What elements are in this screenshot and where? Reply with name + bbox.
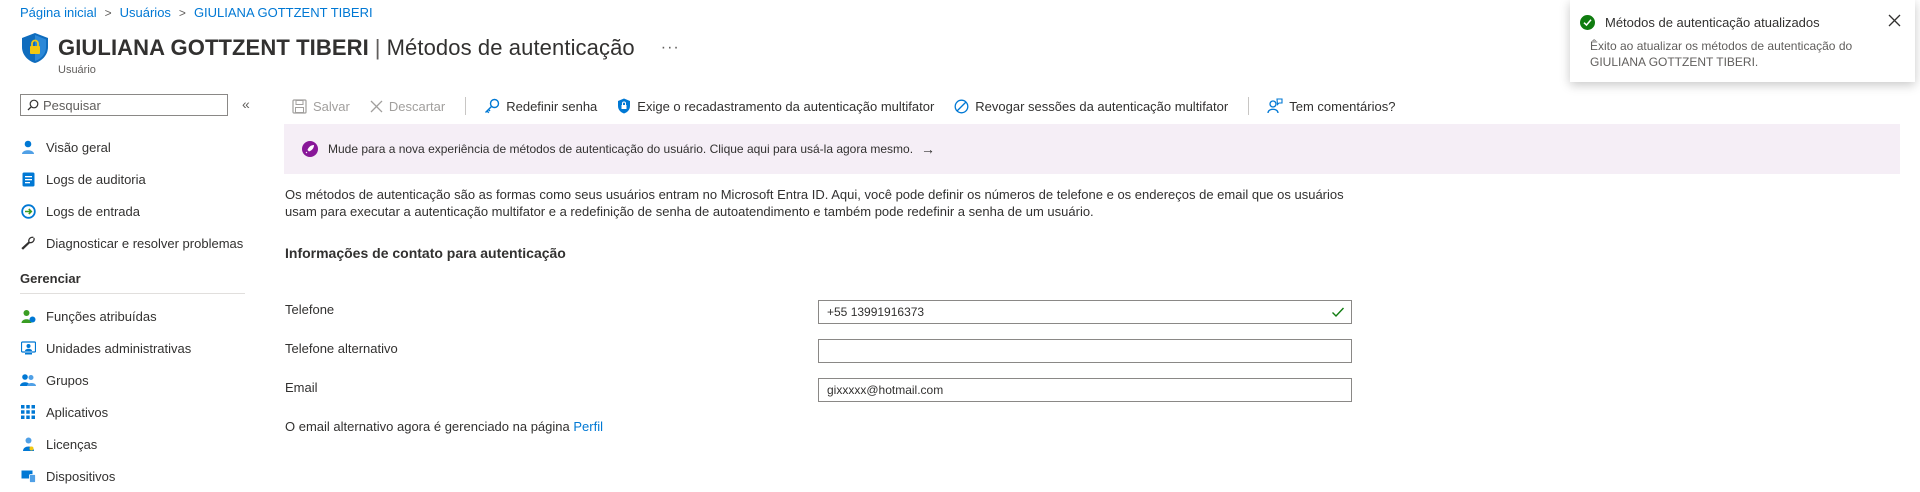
email-field[interactable] (818, 378, 1352, 402)
close-icon (370, 100, 383, 112)
breadcrumb-separator: > (178, 5, 186, 20)
email-label: Email (285, 380, 318, 395)
shield-lock-icon (618, 98, 631, 114)
save-button[interactable]: Salvar (292, 99, 350, 114)
phone-field[interactable] (818, 300, 1352, 324)
groups-icon (20, 372, 36, 388)
key-icon (485, 98, 500, 114)
require-mfa-reregister-button[interactable]: Exige o recadastramento da autenticação … (617, 98, 934, 114)
sidebar-item-admin-units[interactable]: Unidades administrativas (20, 332, 245, 364)
require-mfa-label: Exige o recadastramento da autenticação … (637, 98, 935, 114)
feedback-icon (1267, 98, 1283, 114)
breadcrumb-users[interactable]: Usuários (120, 5, 171, 20)
toolbar-divider (1248, 97, 1250, 115)
email-input[interactable] (827, 383, 1343, 397)
log-icon (20, 171, 36, 187)
sidebar-search-input[interactable] (39, 97, 223, 113)
sidebar-item-label: Logs de auditoria (46, 171, 146, 187)
user-icon (20, 139, 36, 155)
checkmark-icon (1332, 307, 1345, 318)
sidebar-item-diagnose[interactable]: Diagnosticar e resolver problemas (20, 227, 245, 259)
note-text: O email alternativo agora é gerenciado n… (285, 419, 574, 434)
search-icon (27, 99, 39, 111)
notification-header: Métodos de autenticação atualizados (1580, 15, 1901, 30)
success-notification: Métodos de autenticação atualizados Êxit… (1570, 0, 1915, 82)
notification-body: Êxito ao atualizar os métodos de autenti… (1590, 39, 1853, 69)
sidebar-item-label: Unidades administrativas (46, 340, 192, 356)
more-options-button[interactable]: ··· (661, 39, 680, 57)
sidebar-item-label: Licenças (46, 436, 98, 452)
close-notification-button[interactable] (1888, 14, 1901, 27)
sidebar-item-label: Logs de entrada (46, 203, 140, 219)
sidebar-item-overview[interactable]: Visão geral (20, 131, 245, 163)
toolbar-divider (465, 97, 467, 115)
alt-phone-field[interactable] (818, 339, 1352, 363)
save-icon (292, 98, 307, 114)
description-text: Os métodos de autenticação são as formas… (285, 187, 1344, 219)
sidebar-item-sign-in-logs[interactable]: Logs de entrada (20, 195, 245, 227)
command-bar: Salvar Descartar Redefinir senha Exige o… (292, 94, 1415, 118)
phone-input[interactable] (827, 305, 1343, 319)
sidebar-nav: Visão geral Logs de auditoria Logs de en… (20, 131, 245, 492)
notification-title: Métodos de autenticação atualizados (1605, 15, 1820, 30)
breadcrumb: Página inicial > Usuários > GIULIANA GOT… (20, 5, 373, 20)
admin-unit-icon (20, 340, 36, 356)
sidebar-item-label: Funções atribuídas (46, 308, 157, 324)
feedback-label: Tem comentários? (1289, 98, 1396, 114)
sidebar-search[interactable] (20, 94, 228, 116)
sidebar-item-audit-logs[interactable]: Logs de auditoria (20, 163, 245, 195)
sidebar-item-groups[interactable]: Grupos (20, 364, 245, 396)
apps-icon (20, 404, 36, 420)
devices-icon (20, 468, 36, 484)
revoke-mfa-label: Revogar sessões da autenticação multifat… (975, 98, 1229, 114)
sign-in-icon (20, 203, 36, 219)
block-icon (954, 99, 969, 113)
sidebar-item-label: Diagnosticar e resolver problemas (46, 235, 244, 251)
sidebar-item-devices[interactable]: Dispositivos (20, 460, 245, 492)
discard-button[interactable]: Descartar (370, 99, 445, 114)
success-check-icon (1580, 15, 1595, 30)
save-label: Salvar (313, 98, 350, 114)
new-experience-banner[interactable]: Mude para a nova experiência de métodos … (284, 124, 1900, 174)
phone-label: Telefone (285, 302, 335, 317)
sidebar-item-licenses[interactable]: Licenças (20, 428, 245, 460)
user-name: GIULIANA GOTTZENT TIBERI (58, 35, 369, 60)
sidebar-item-assigned-roles[interactable]: Funções atribuídas (20, 300, 245, 332)
alt-phone-input[interactable] (827, 344, 1343, 358)
wrench-icon (20, 235, 36, 251)
breadcrumb-current[interactable]: GIULIANA GOTTZENT TIBERI (194, 5, 373, 20)
collapse-sidebar-button[interactable]: « (242, 96, 250, 112)
sidebar-item-label: Grupos (46, 372, 89, 388)
sidebar-item-applications[interactable]: Aplicativos (20, 396, 245, 428)
breadcrumb-home[interactable]: Página inicial (20, 5, 97, 20)
page-title: GIULIANA GOTTZENT TIBERI | Métodos de aute… (58, 35, 635, 61)
arrow-right-icon: → (921, 141, 936, 157)
sidebar-item-label: Visão geral (46, 139, 111, 155)
breadcrumb-separator: > (104, 5, 112, 20)
sidebar-section-manage: Gerenciar (20, 263, 245, 294)
banner-text: Mude para a nova experiência de métodos … (328, 142, 914, 156)
discard-label: Descartar (388, 98, 446, 114)
role-icon (20, 308, 36, 324)
rocket-icon (302, 141, 318, 157)
feedback-button[interactable]: Tem comentários? (1267, 98, 1395, 114)
reset-password-label: Redefinir senha (506, 98, 598, 114)
page-header: GIULIANA GOTTZENT TIBERI | Métodos de aute… (20, 32, 680, 64)
page-subtitle-name: Métodos de autenticação (386, 35, 635, 60)
shield-lock-icon (22, 33, 48, 63)
revoke-mfa-sessions-button[interactable]: Revogar sessões da autenticação multifat… (954, 99, 1228, 114)
alt-phone-label: Telefone alternativo (285, 341, 398, 356)
resource-type: Usuário (58, 64, 96, 76)
section-heading: Informações de contato para autenticação (285, 245, 566, 261)
profile-link[interactable]: Perfil (573, 419, 603, 434)
sidebar-item-label: Aplicativos (46, 404, 109, 420)
reset-password-button[interactable]: Redefinir senha (484, 98, 597, 114)
title-divider: | (374, 35, 381, 60)
sidebar-item-label: Dispositivos (46, 468, 116, 484)
alt-email-note: O email alternativo agora é gerenciado n… (285, 419, 603, 434)
license-icon (20, 436, 36, 452)
